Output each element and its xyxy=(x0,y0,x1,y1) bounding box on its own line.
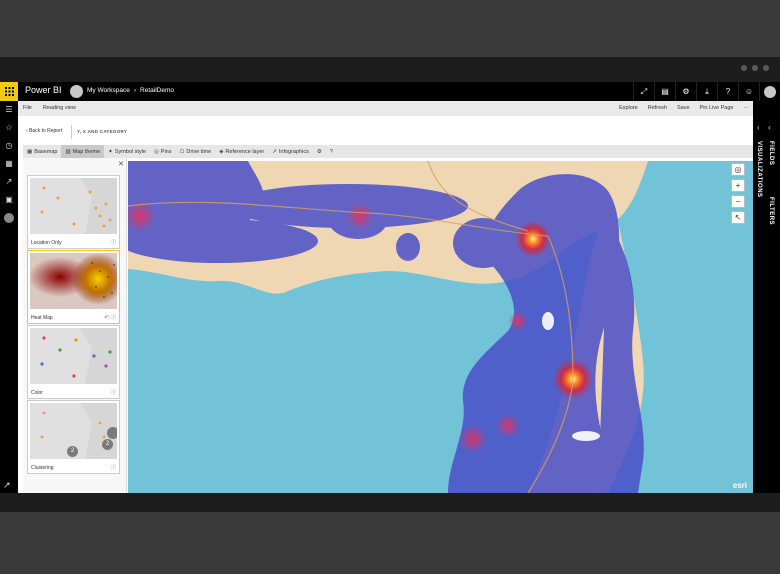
map-theme-panel: ✕ Location Only ⓘ Heat Map ↶ ⓘ Color ⓘ 2… xyxy=(23,158,127,493)
theme-card-color[interactable]: Color ⓘ xyxy=(27,325,120,399)
chevron-right-icon: › xyxy=(133,87,137,94)
map-theme-icon: ▧ xyxy=(65,148,71,155)
car-icon: ☖ xyxy=(179,148,185,155)
symbol-style-icon: ✦ xyxy=(108,148,113,155)
basemap-button[interactable]: ▦ Basemap xyxy=(23,145,61,158)
feedback-icon[interactable]: ☺ xyxy=(738,82,759,101)
command-bar: File Reading view Explore Refresh Save P… xyxy=(18,101,753,117)
locate-icon[interactable]: ◎ xyxy=(731,163,745,176)
pins-button[interactable]: ◎ Pins xyxy=(150,145,176,158)
expand-icon[interactable]: ⤢ xyxy=(633,82,654,101)
theme-label: Location Only xyxy=(31,240,62,246)
heat-map-layer xyxy=(128,161,753,493)
waffle-icon[interactable] xyxy=(0,82,18,101)
theme-label: Clustering xyxy=(31,465,54,471)
fields-tab[interactable]: FIELDS xyxy=(768,141,774,165)
theme-card-clustering[interactable]: 2 2 Clustering ⓘ xyxy=(27,400,120,474)
user-avatar[interactable] xyxy=(759,82,780,101)
theme-label: Heat Map xyxy=(31,315,53,321)
map-theme-button[interactable]: ▧ Map theme xyxy=(61,145,105,158)
window-dots xyxy=(741,65,769,71)
hamburger-icon[interactable]: ☰ xyxy=(0,101,18,119)
top-bar: Power BI My Workspace › RetailDemo ⤢ ▤ ⚙… xyxy=(0,82,780,101)
basemap-icon: ▦ xyxy=(27,148,33,155)
theme-thumbnail xyxy=(30,178,117,234)
save-button[interactable]: Save xyxy=(677,105,690,111)
visualizations-tab[interactable]: VISUALIZATIONS xyxy=(756,141,762,198)
cluster-badge: 2 xyxy=(102,439,113,450)
symbol-style-button[interactable]: ✦ Symbol style xyxy=(104,145,150,158)
chevron-left-icon[interactable]: ‹ xyxy=(757,123,760,132)
app-name: Power BI xyxy=(25,85,62,95)
comment-icon[interactable]: ▤ xyxy=(654,82,675,101)
right-rail: ‹ ‹ VISUALIZATIONS FIELDS FILTERS xyxy=(753,101,780,493)
pin-live-page-button[interactable]: Pin Live Page xyxy=(700,105,734,111)
map-controls: ◎ + − ↖ xyxy=(731,163,745,224)
reading-view-menu[interactable]: Reading view xyxy=(43,105,76,111)
theme-thumbnail: 2 2 xyxy=(30,403,117,459)
theme-card-heat-map[interactable]: Heat Map ↶ ⓘ xyxy=(27,250,120,324)
account-icon[interactable] xyxy=(0,209,18,227)
help-button[interactable]: ? xyxy=(326,145,337,158)
filters-tab[interactable]: FILTERS xyxy=(768,197,774,225)
info-icon[interactable]: ⓘ xyxy=(110,238,116,246)
download-icon[interactable]: ⤓ xyxy=(696,82,717,101)
close-icon[interactable]: ✕ xyxy=(118,160,124,168)
share-icon[interactable]: ↗ xyxy=(0,173,18,191)
zoom-in-icon[interactable]: + xyxy=(731,179,745,192)
settings-button[interactable]: ⚙ xyxy=(313,145,326,158)
workspaces-icon[interactable]: ▣ xyxy=(0,191,18,209)
cluster-badge: 2 xyxy=(67,446,78,457)
map-toolbar: ▦ Basemap ▧ Map theme ✦ Symbol style ◎ Pins … xyxy=(23,145,753,158)
info-icon[interactable]: ⓘ xyxy=(110,463,116,471)
left-nav: ☰ ☆ ◷ ▦ ↗ ▣ xyxy=(0,101,18,493)
avatar-icon[interactable] xyxy=(70,85,83,98)
apps-icon[interactable]: ▦ xyxy=(0,155,18,173)
star-icon[interactable]: ☆ xyxy=(0,119,18,137)
visual-title: Y, X AND CATEGORY xyxy=(77,129,128,134)
help-icon: ? xyxy=(329,148,333,155)
file-menu[interactable]: File xyxy=(23,105,32,111)
select-icon[interactable]: ↖ xyxy=(731,211,745,224)
divider xyxy=(71,125,72,139)
expand-arrow-icon[interactable]: ↗ xyxy=(3,480,11,491)
reference-layer-button[interactable]: ◈ Reference layer xyxy=(215,145,268,158)
map-attribution: esri xyxy=(732,481,747,490)
theme-thumbnail xyxy=(30,328,117,384)
map-view[interactable]: ◎ + − ↖ esri xyxy=(128,161,753,493)
gear-icon: ⚙ xyxy=(316,148,322,155)
chart-icon: ↗ xyxy=(272,148,277,155)
pin-icon: ◎ xyxy=(153,148,159,155)
explore-button[interactable]: Explore xyxy=(619,105,638,111)
theme-label: Color xyxy=(31,390,43,396)
chevron-left-icon[interactable]: ‹ xyxy=(768,123,771,132)
refresh-button[interactable]: Refresh xyxy=(648,105,667,111)
help-icon[interactable]: ? xyxy=(717,82,738,101)
info-icon[interactable]: ⓘ xyxy=(110,388,116,396)
layers-icon: ◈ xyxy=(219,148,224,155)
breadcrumb-report[interactable]: RetailDemo xyxy=(140,87,174,94)
more-button[interactable]: ··· xyxy=(744,105,750,111)
breadcrumb: My Workspace › RetailDemo xyxy=(87,87,174,94)
zoom-out-icon[interactable]: − xyxy=(731,195,745,208)
clock-icon[interactable]: ◷ xyxy=(0,137,18,155)
breadcrumb-workspace[interactable]: My Workspace xyxy=(87,87,130,94)
gear-icon[interactable]: ⚙ xyxy=(675,82,696,101)
back-to-report-link[interactable]: ‹ Back to Report xyxy=(26,128,62,134)
infographics-button[interactable]: ↗ Infographics xyxy=(268,145,313,158)
theme-thumbnail xyxy=(30,253,117,309)
undo-info-icons[interactable]: ↶ ⓘ xyxy=(104,313,116,321)
drive-time-button[interactable]: ☖ Drive time xyxy=(175,145,215,158)
theme-card-location-only[interactable]: Location Only ⓘ xyxy=(27,175,120,249)
